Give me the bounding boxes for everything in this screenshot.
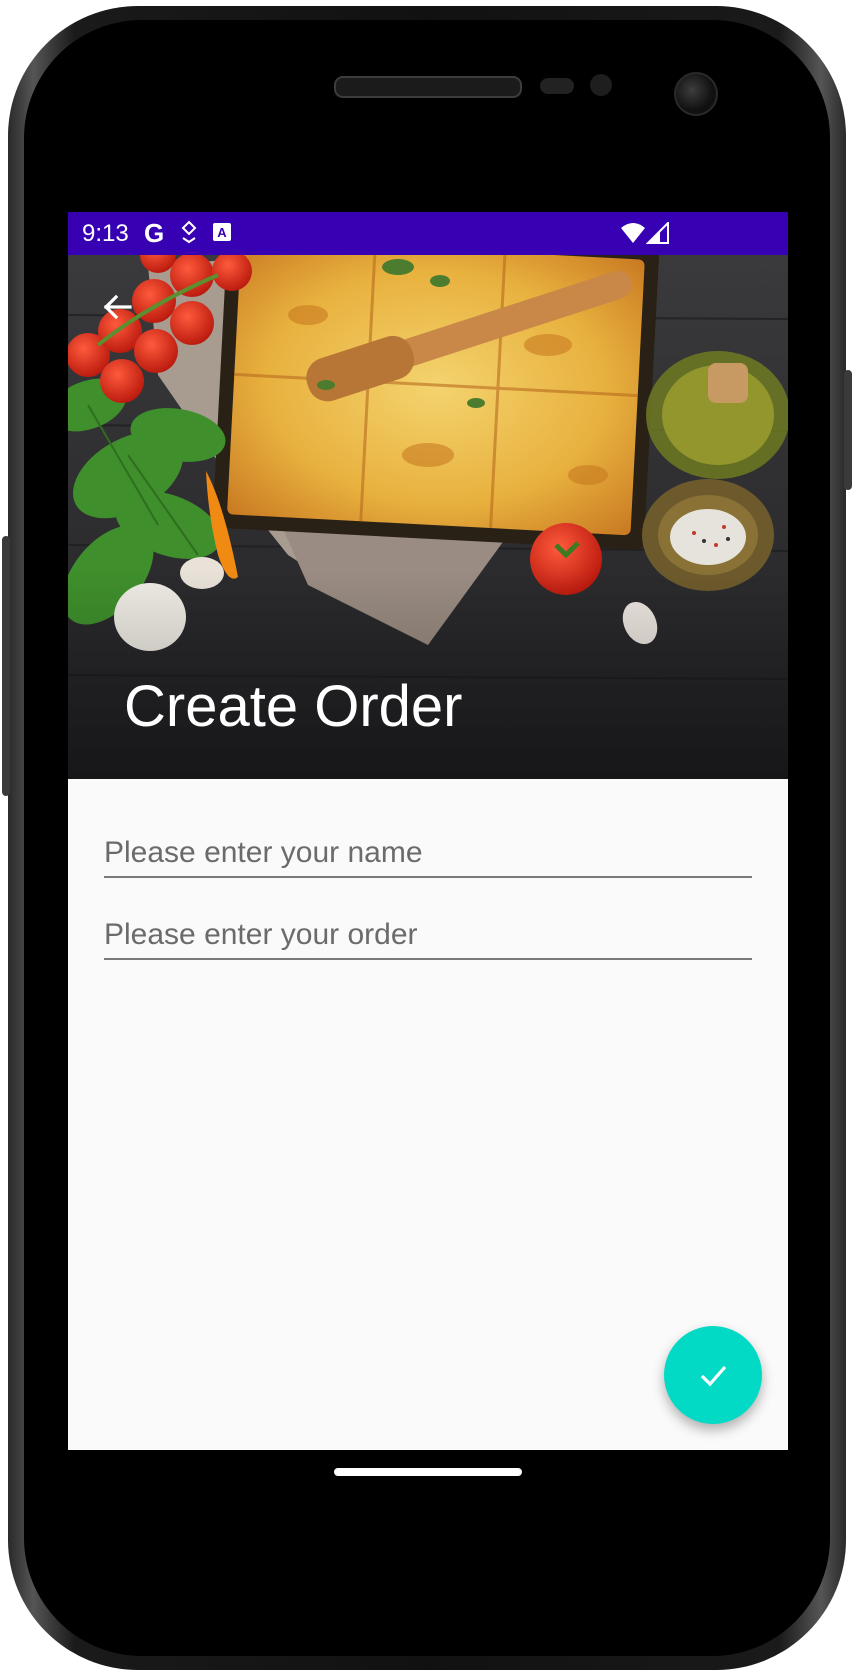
earpiece-speaker <box>334 76 522 98</box>
home-gesture-handle[interactable] <box>334 1468 522 1476</box>
name-field-container <box>104 812 752 878</box>
order-form <box>104 812 752 976</box>
wifi-icon <box>620 222 646 250</box>
navigation-bar <box>68 1450 788 1492</box>
location-pin-icon <box>180 220 198 250</box>
arrow-back-icon[interactable] <box>96 285 140 329</box>
name-input[interactable] <box>104 836 752 870</box>
google-icon: G <box>144 218 165 248</box>
proximity-sensor <box>540 78 574 94</box>
volume-button <box>2 536 10 796</box>
power-button <box>844 370 852 490</box>
submit-fab-button[interactable] <box>664 1326 762 1424</box>
order-field-container <box>104 894 752 960</box>
order-input[interactable] <box>104 918 752 952</box>
check-icon <box>700 1365 727 1387</box>
accessibility-a-icon: A <box>212 222 232 248</box>
status-time: 9:13 <box>82 220 129 247</box>
header-image: Create Order <box>68 255 788 779</box>
page-title: Create Order <box>124 674 463 739</box>
status-bar: 9:13 G A <box>68 212 788 255</box>
light-sensor <box>590 74 612 96</box>
svg-text:A: A <box>217 225 227 240</box>
app-screen: 9:13 G A Create Order Please enter your … <box>68 212 788 1492</box>
signal-icon <box>645 220 670 250</box>
front-camera <box>674 72 718 116</box>
